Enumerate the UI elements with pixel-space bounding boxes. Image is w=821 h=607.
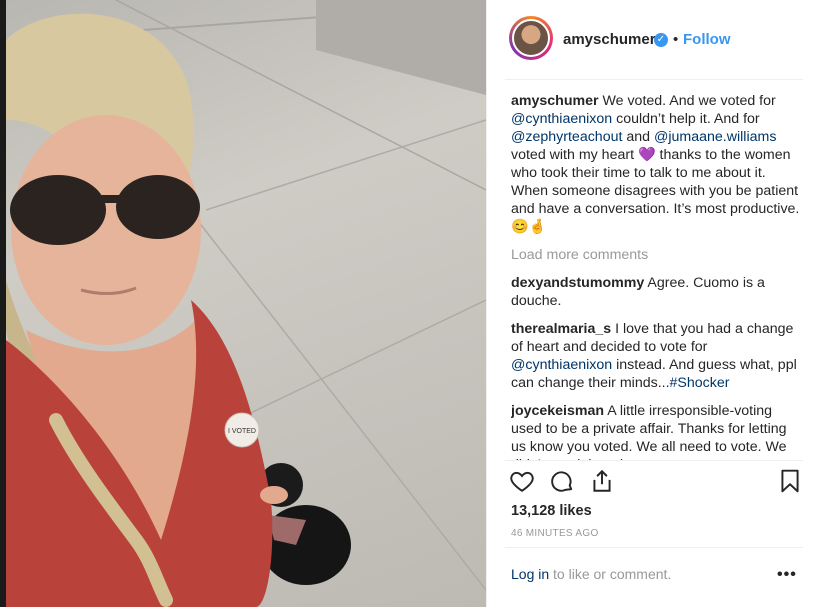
- comment-text: voted with my heart 💜 thanks to the wome…: [511, 147, 800, 235]
- comment-thread: dexyandstumommy Agree. Cuomo is a douche…: [511, 274, 801, 460]
- more-options-button[interactable]: •••: [777, 566, 797, 584]
- header-divider: [505, 79, 803, 80]
- post-timestamp[interactable]: 46 MINUTES AGO: [511, 528, 599, 539]
- comment-item: dexyandstumommy Agree. Cuomo is a douche…: [511, 274, 801, 310]
- follow-button[interactable]: Follow: [683, 31, 731, 48]
- login-prompt: Log in to like or comment.: [511, 566, 671, 582]
- mention-link[interactable]: @jumaane.williams: [654, 129, 776, 145]
- heart-icon[interactable]: [509, 468, 535, 494]
- header-username[interactable]: amyschumer: [563, 31, 656, 48]
- mention-link[interactable]: @cynthiaenixon: [511, 111, 612, 127]
- login-link[interactable]: Log in: [511, 566, 549, 582]
- login-prompt-text: to like or comment.: [549, 566, 672, 582]
- comment-username[interactable]: therealmaria_s: [511, 321, 611, 337]
- avatar[interactable]: [512, 19, 550, 57]
- share-icon[interactable]: [589, 468, 615, 494]
- footer-divider: [505, 547, 803, 548]
- likes-count[interactable]: 13,128 likes: [511, 503, 592, 519]
- comments-divider: [505, 460, 803, 461]
- comment-text: couldn’t help it. And for: [612, 111, 760, 127]
- voted-sticker-text: I VOTED: [228, 428, 256, 435]
- post-photo[interactable]: I VOTED: [6, 0, 486, 607]
- mention-link[interactable]: @zephyrteachout: [511, 129, 622, 145]
- comment-bubble-icon[interactable]: [549, 468, 575, 494]
- caption-text: We voted. And we voted for @cynthiaenixo…: [511, 93, 799, 235]
- avatar-story-ring[interactable]: [509, 16, 553, 60]
- load-more-comments-button[interactable]: Load more comments: [511, 246, 801, 264]
- comment-username[interactable]: joycekeisman: [511, 403, 604, 419]
- hashtag-link[interactable]: #Shocker: [670, 375, 730, 391]
- caption: amyschumer We voted. And we voted for @c…: [511, 92, 801, 236]
- verified-badge-icon: ✓: [654, 33, 668, 47]
- bookmark-icon[interactable]: [777, 468, 803, 494]
- mention-link[interactable]: @cynthiaenixon: [511, 357, 612, 373]
- comments-list[interactable]: amyschumer We voted. And we voted for @c…: [511, 92, 801, 460]
- comment-text: We voted. And we voted for: [598, 93, 776, 109]
- separator-dot: •: [673, 31, 679, 48]
- comment-username[interactable]: dexyandstumommy: [511, 275, 644, 291]
- action-bar: [509, 468, 804, 498]
- post-sidebar: amyschumer ✓ • Follow amyschumer We vote…: [486, 0, 821, 607]
- post-header: amyschumer ✓ • Follow: [487, 0, 821, 80]
- comment-item: therealmaria_s I love that you had a cha…: [511, 320, 801, 392]
- comment-text: and: [622, 129, 654, 145]
- comment-item: joycekeisman A little irresponsible-voti…: [511, 402, 801, 460]
- selfie-illustration: I VOTED: [6, 0, 486, 607]
- caption-username[interactable]: amyschumer: [511, 93, 599, 109]
